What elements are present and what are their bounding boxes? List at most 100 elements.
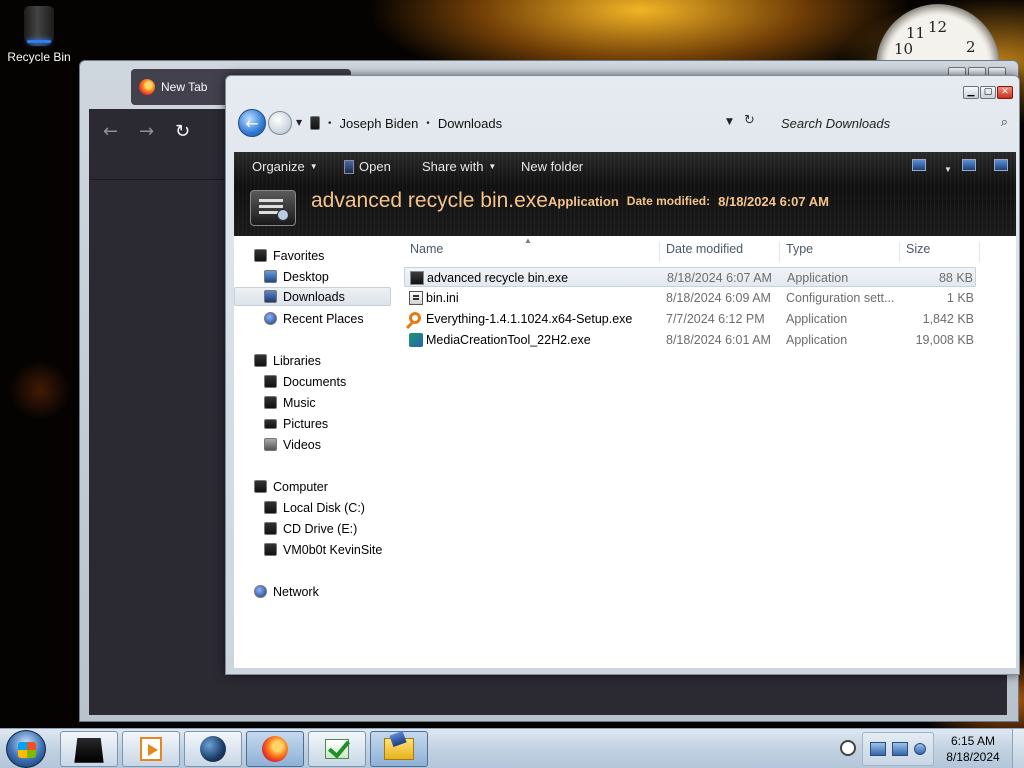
file-date: 8/18/2024 6:01 AM xyxy=(666,333,771,347)
nav-label: Documents xyxy=(283,374,347,389)
refresh-icon[interactable]: ↻ xyxy=(744,113,755,128)
nav-desktop[interactable]: Desktop xyxy=(264,267,329,286)
search-placeholder: Search Downloads xyxy=(781,115,891,131)
tray-date-text: 8/18/2024 xyxy=(946,750,1000,764)
close-button[interactable]: ✕ xyxy=(997,86,1013,99)
file-name: bin.ini xyxy=(426,291,459,305)
file-row[interactable]: advanced recycle bin.exe 8/18/2024 6:07 … xyxy=(404,267,976,287)
column-header-size[interactable]: Size xyxy=(900,242,980,262)
help-icon[interactable] xyxy=(994,159,1008,171)
show-desktop-button[interactable] xyxy=(1012,729,1024,768)
file-size: 1 KB xyxy=(946,291,974,305)
taskbar: 6:15 AM 8/18/2024 xyxy=(0,728,1024,768)
taskbar-app-explorer[interactable] xyxy=(370,731,428,767)
nav-label: Computer xyxy=(273,479,328,494)
nav-label: Favorites xyxy=(273,248,325,263)
nav-label: Local Disk (C:) xyxy=(283,500,365,515)
forward-arrow-icon[interactable]: → xyxy=(139,121,154,142)
details-modified-value: 8/18/2024 6:07 AM xyxy=(718,194,829,209)
details-pane: advanced recycle bin.exe Application Dat… xyxy=(234,180,1016,236)
nav-documents[interactable]: Documents xyxy=(264,372,346,391)
checkmark-app-icon xyxy=(325,739,349,759)
nav-pictures[interactable]: Pictures xyxy=(264,414,328,433)
firefox-icon xyxy=(262,736,288,762)
start-button[interactable] xyxy=(6,730,46,768)
nav-computer[interactable]: Computer xyxy=(254,477,328,496)
taskbar-app-media-player[interactable] xyxy=(122,731,180,767)
computer-icon xyxy=(254,480,267,493)
tray-clock-gadget[interactable] xyxy=(838,731,858,765)
nav-downloads[interactable]: Downloads xyxy=(234,287,391,306)
file-row[interactable]: Everything-1.4.1.1024.x64-Setup.exe 7/7/… xyxy=(404,309,976,329)
application-icon xyxy=(250,190,296,226)
organize-button[interactable]: Organize ▼ xyxy=(252,159,318,174)
command-bar: Organize ▼ Open Share with ▼ New folder … xyxy=(234,152,1016,180)
nav-label: Libraries xyxy=(273,353,321,368)
documents-icon xyxy=(264,375,277,388)
desktop-icon-recycle-bin[interactable]: Recycle Bin xyxy=(4,6,74,64)
file-name: Everything-1.4.1.1024.x64-Setup.exe xyxy=(426,312,633,326)
file-row[interactable]: bin.ini 8/18/2024 6:09 AM Configuration … xyxy=(404,288,976,308)
file-type: Application xyxy=(786,333,848,347)
clock-numeral: 12 xyxy=(928,18,948,36)
tray-app-icon[interactable] xyxy=(870,742,886,756)
tray-time-text: 6:15 AM xyxy=(950,734,996,748)
reload-icon[interactable]: ↻ xyxy=(175,121,190,142)
column-header-type[interactable]: Type xyxy=(780,242,900,262)
search-icon[interactable]: ⌕ xyxy=(1001,114,1008,130)
nav-music[interactable]: Music xyxy=(264,393,316,412)
change-view-icon[interactable] xyxy=(912,159,926,171)
navigation-pane: Favorites Desktop Downloads Recent Place… xyxy=(234,236,394,668)
organize-label: Organize xyxy=(252,159,305,174)
file-size: 1,842 KB xyxy=(922,312,974,326)
back-arrow-icon[interactable]: ← xyxy=(103,121,118,142)
details-file-type: Application xyxy=(548,194,619,209)
nav-label: VM0b0t KevinSite xyxy=(283,542,383,557)
new-folder-button[interactable]: New folder xyxy=(521,159,583,174)
taskbar-app-black-box[interactable] xyxy=(60,731,118,767)
nav-cd-drive[interactable]: CD Drive (E:) xyxy=(264,519,357,538)
nav-network-share[interactable]: VM0b0t KevinSite xyxy=(264,540,382,559)
taskbar-app-checkmark[interactable] xyxy=(308,731,366,767)
column-header-date[interactable]: Date modified xyxy=(660,242,780,262)
search-input[interactable]: Search Downloads ⌕ xyxy=(776,111,1012,135)
details-meta: Application Date modified: 8/18/2024 6:0… xyxy=(548,194,829,209)
command-and-details-bar: Organize ▼ Open Share with ▼ New folder … xyxy=(234,152,1016,236)
open-icon xyxy=(344,159,354,174)
nav-local-disk[interactable]: Local Disk (C:) xyxy=(264,498,365,517)
open-button[interactable]: Open xyxy=(344,159,391,174)
column-header-name[interactable]: Name ▲ xyxy=(404,236,660,262)
nav-favorites[interactable]: Favorites xyxy=(254,246,324,265)
back-button[interactable]: ← xyxy=(238,109,266,137)
network-status-icon[interactable] xyxy=(892,742,908,756)
share-with-button[interactable]: Share with ▼ xyxy=(422,159,496,174)
network-drive-icon xyxy=(264,543,277,556)
tray-clock[interactable]: 6:15 AM 8/18/2024 xyxy=(938,733,1008,765)
breadcrumb-downloads[interactable]: Downloads xyxy=(438,116,502,131)
taskbar-app-firefox[interactable] xyxy=(246,731,304,767)
maximize-button[interactable]: ▢ xyxy=(980,86,996,99)
nav-libraries[interactable]: Libraries xyxy=(254,351,321,370)
address-bar[interactable]: • Joseph Biden • Downloads xyxy=(310,111,770,135)
address-dropdown-icon[interactable]: ▼ xyxy=(726,117,733,127)
nav-network[interactable]: Network xyxy=(254,582,319,601)
file-list: Name ▲ Date modified Type Size advanced … xyxy=(404,236,1016,668)
breadcrumb-user[interactable]: Joseph Biden xyxy=(340,116,419,131)
sort-ascending-icon: ▲ xyxy=(524,236,532,245)
file-name: advanced recycle bin.exe xyxy=(427,271,569,285)
minimize-button[interactable]: ▁ xyxy=(963,86,979,99)
firefox-icon xyxy=(139,79,155,95)
preview-pane-icon[interactable] xyxy=(962,159,976,171)
globe-icon xyxy=(200,736,226,762)
folder-location-icon xyxy=(310,116,320,130)
taskbar-app-globe[interactable] xyxy=(184,731,242,767)
file-row[interactable]: MediaCreationTool_22H2.exe 8/18/2024 6:0… xyxy=(404,330,976,350)
nav-videos[interactable]: Videos xyxy=(264,435,321,454)
nav-label: Network xyxy=(273,584,319,599)
nav-recent-places[interactable]: Recent Places xyxy=(264,309,364,328)
nav-label: Desktop xyxy=(283,269,329,284)
forward-button[interactable] xyxy=(268,111,292,135)
tray-network-icon[interactable] xyxy=(914,743,926,755)
tab-title: New Tab xyxy=(161,80,208,94)
recent-pages-dropdown-icon[interactable]: ▼ xyxy=(296,118,302,127)
